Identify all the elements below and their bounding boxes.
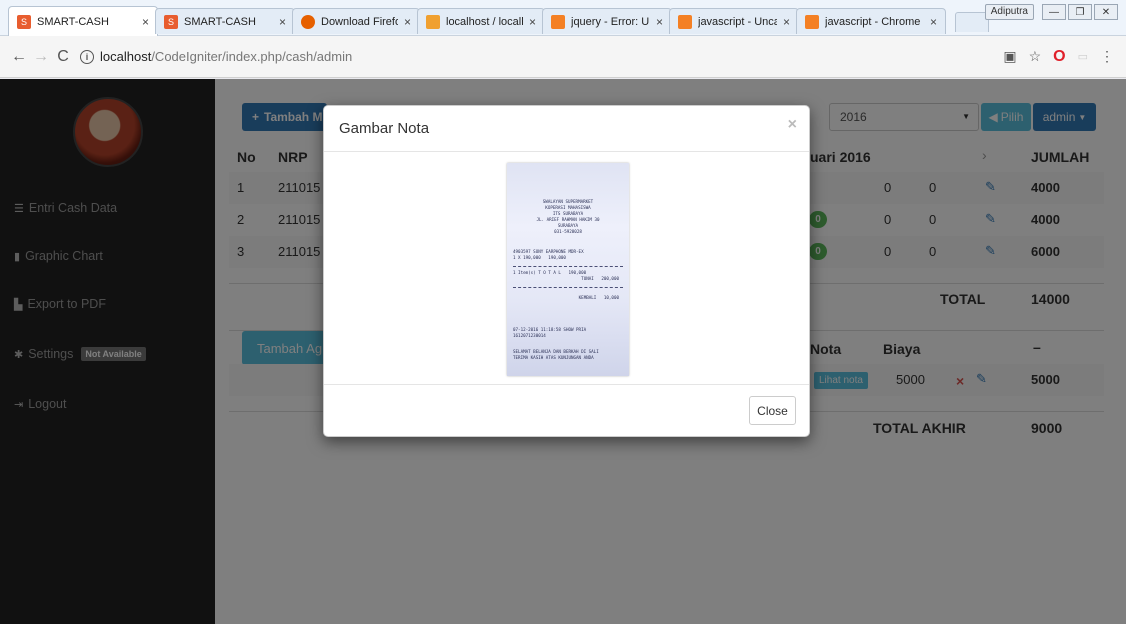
back-icon[interactable]: ← (8, 48, 30, 66)
reload-icon[interactable]: C (52, 48, 74, 66)
tab-close-icon[interactable]: × (783, 15, 790, 29)
window-controls: Adiputra — ❐ ✕ (984, 4, 1118, 20)
smart-cash-icon: S (164, 14, 178, 29)
smart-cash-icon: S (17, 14, 31, 29)
browser-toolbar: ← → C i localhost/CodeIgniter/index.php/… (0, 36, 1126, 78)
tab-javascript-chrome[interactable]: javascript - Chrome × (796, 8, 946, 34)
tab-close-icon[interactable]: × (142, 15, 149, 29)
bookmark-star-icon[interactable]: ☆ (1029, 48, 1042, 65)
toolbar-icons: ▣ ☆ O ▭ ⋮ (1003, 48, 1114, 66)
info-icon[interactable]: i (80, 49, 94, 64)
gambar-nota-modal: Gambar Nota × SWALAYAN SUPERMARKET KOPER… (323, 105, 810, 437)
maximize-icon[interactable]: ❐ (1068, 4, 1092, 20)
tab-download-firefox[interactable]: Download Firefox — × (292, 8, 420, 34)
minimize-icon[interactable]: — (1042, 4, 1066, 20)
tab-close-icon[interactable]: × (279, 15, 286, 29)
stackoverflow-icon (551, 14, 565, 29)
translate-icon[interactable]: ▣ (1003, 48, 1016, 65)
opera-icon[interactable]: O (1053, 48, 1065, 66)
receipt-divider (513, 266, 623, 267)
extension-icon[interactable]: ▭ (1078, 50, 1088, 63)
forward-icon[interactable]: → (30, 48, 52, 66)
tab-close-icon[interactable]: × (930, 15, 937, 29)
tab-close-icon[interactable]: × (656, 15, 663, 29)
firefox-icon (301, 14, 315, 29)
modal-title: Gambar Nota (339, 120, 430, 137)
tab-close-icon[interactable]: × (529, 15, 536, 29)
tab-jquery-error[interactable]: jquery - Error: Uncau × (542, 8, 672, 34)
modal-header: Gambar Nota × (324, 106, 809, 152)
receipt-divider (513, 287, 623, 288)
browser-tabstrip: S SMART-CASH × S SMART-CASH × Download F… (0, 0, 1126, 36)
stackoverflow-icon (805, 14, 819, 29)
phpmyadmin-icon (426, 14, 440, 29)
close-window-icon[interactable]: ✕ (1094, 4, 1118, 20)
tab-smart-cash-1[interactable]: S SMART-CASH × (8, 6, 158, 36)
close-button[interactable]: Close (749, 396, 796, 425)
close-icon[interactable]: × (788, 116, 797, 134)
receipt-image: SWALAYAN SUPERMARKET KOPERASI MAHASISWA … (507, 163, 629, 376)
modal-body: SWALAYAN SUPERMARKET KOPERASI MAHASISWA … (324, 152, 809, 386)
tab-javascript-uncaught[interactable]: javascript - Uncaugh × (669, 8, 799, 34)
modal-footer: Close (324, 384, 809, 436)
tab-smart-cash-2[interactable]: S SMART-CASH × (155, 8, 295, 34)
tab-localhost[interactable]: localhost / localhost × (417, 8, 545, 34)
profile-badge[interactable]: Adiputra (984, 4, 1034, 20)
stackoverflow-icon (678, 14, 692, 29)
tab-close-icon[interactable]: × (404, 15, 411, 29)
menu-icon[interactable]: ⋮ (1100, 48, 1114, 65)
address-bar[interactable]: i localhost/CodeIgniter/index.php/cash/a… (80, 45, 1003, 69)
